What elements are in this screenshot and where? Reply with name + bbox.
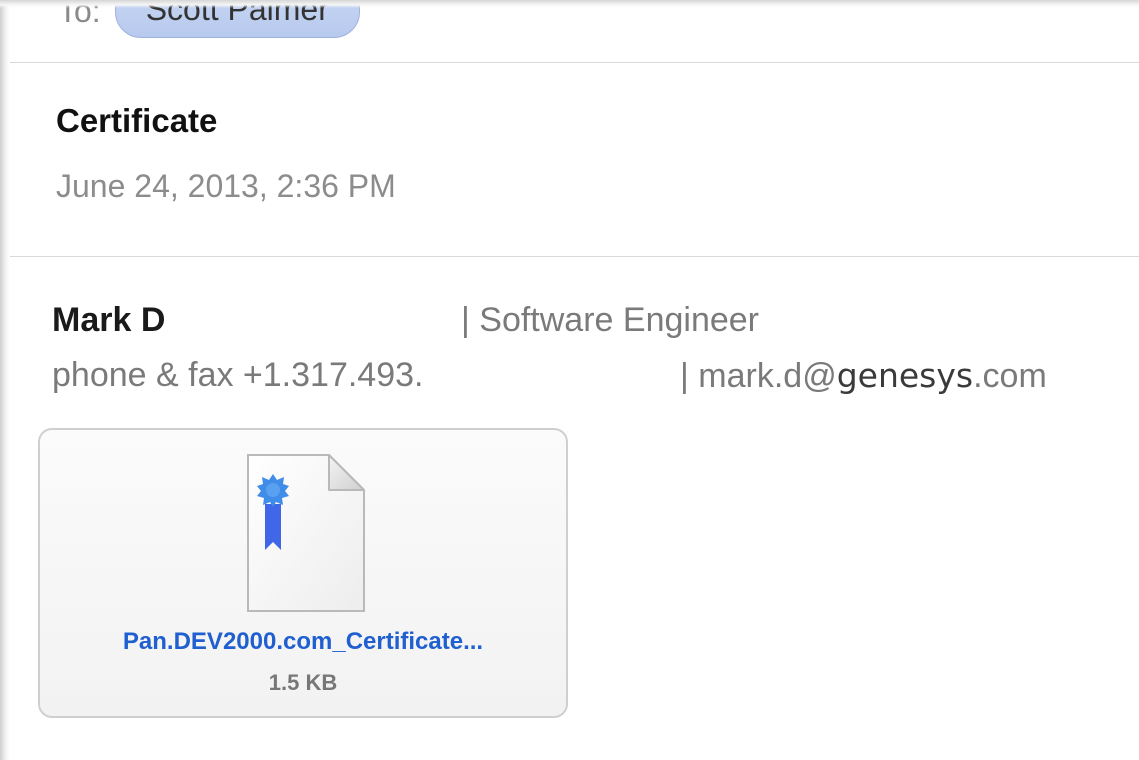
email-message-view: To: Scott Palmer Certificate June 24, 20… <box>0 0 1139 760</box>
to-label: To: <box>58 0 101 29</box>
attachment-size: 1.5 KB <box>268 670 338 695</box>
signature-phone: phone & fax +1.317.493. <box>52 356 424 394</box>
email-prefix: | mark.d@ <box>680 357 837 395</box>
message-date: June 24, 2013, 2:36 PM <box>56 168 396 204</box>
header-divider <box>10 62 1139 63</box>
body-divider <box>10 256 1139 257</box>
recipient-row: To: Scott Palmer <box>58 0 360 38</box>
email-suffix: .com <box>973 357 1047 395</box>
email-domain: genesys <box>836 356 974 395</box>
recipient-chip[interactable]: Scott Palmer <box>114 0 360 38</box>
attachment-tile[interactable]: Pan.DEV2000.com_Certificate... 1.5 KB <box>38 428 568 718</box>
attachment-filename: Pan.DEV2000.com_Certificate... <box>122 628 484 655</box>
certificate-document-icon <box>247 454 365 612</box>
signature-email[interactable]: | mark.d@genesys.com <box>680 356 1047 396</box>
message-subject: Certificate <box>56 102 218 139</box>
signature-title: | Software Engineer <box>461 301 759 339</box>
signature-name: Mark D <box>52 301 166 339</box>
